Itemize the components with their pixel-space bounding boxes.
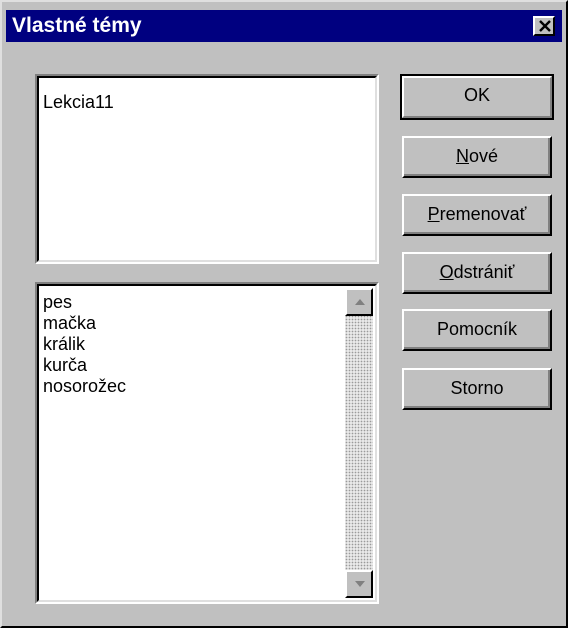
custom-topics-dialog: Vlastné témy Lekcia11 pes mačka králik k…	[0, 0, 568, 628]
dialog-title: Vlastné témy	[12, 14, 142, 37]
vertical-scrollbar[interactable]	[345, 288, 373, 598]
scroll-down-button[interactable]	[345, 570, 373, 598]
helper-button[interactable]: Pomocník	[402, 309, 552, 351]
delete-button-label: dstrániť	[453, 262, 515, 282]
new-button[interactable]: Nové	[402, 136, 552, 178]
list-item[interactable]: králik	[43, 334, 85, 355]
list-item[interactable]: kurča	[43, 355, 87, 376]
scroll-up-button[interactable]	[345, 288, 373, 316]
words-list[interactable]: pes mačka králik kurča nosorožec	[35, 282, 379, 604]
delete-button-mnemonic: O	[439, 262, 454, 282]
close-button[interactable]	[533, 16, 555, 36]
list-item[interactable]: mačka	[43, 313, 96, 334]
new-button-mnemonic: N	[455, 146, 469, 166]
rename-button[interactable]: Premenovať	[402, 194, 552, 236]
ok-button-label: OK	[463, 85, 490, 105]
delete-button[interactable]: Odstrániť	[402, 252, 552, 294]
cancel-button[interactable]: Storno	[402, 368, 552, 410]
list-item[interactable]: Lekcia11	[43, 92, 114, 113]
helper-button-label: Pomocník	[436, 319, 518, 339]
title-bar[interactable]: Vlastné témy	[6, 10, 562, 42]
scroll-down-arrow-icon	[355, 581, 365, 587]
list-item[interactable]: nosorožec	[43, 376, 126, 397]
scroll-up-arrow-icon	[355, 299, 365, 305]
cancel-button-label: Storno	[450, 378, 504, 398]
topics-list[interactable]: Lekcia11	[35, 74, 379, 264]
list-item[interactable]: pes	[43, 292, 72, 313]
new-button-label: ové	[468, 146, 499, 166]
rename-button-label: remenovať	[439, 204, 527, 224]
ok-button[interactable]: OK	[400, 74, 554, 120]
close-icon	[539, 20, 551, 32]
rename-button-mnemonic: P	[427, 204, 440, 224]
